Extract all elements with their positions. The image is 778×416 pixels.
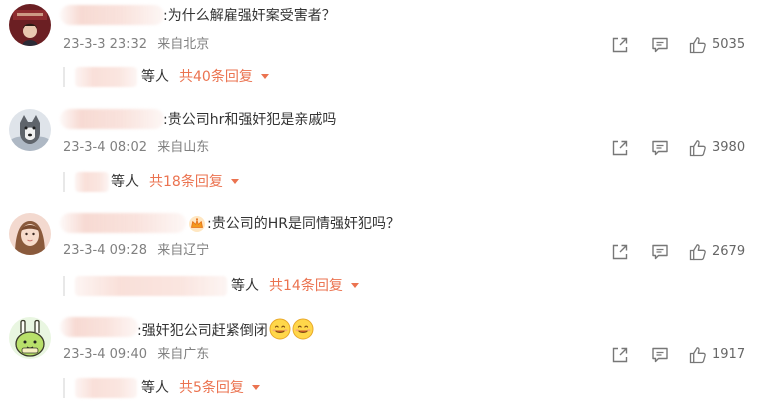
thumbs-up-icon[interactable] (688, 345, 708, 365)
comment-item: :贵公司hr和强奸犯是亲戚吗 23-3-4 08:02 来自山东 3980 等人… (0, 104, 778, 208)
reply-users-suffix: 等人 (111, 174, 139, 190)
reply-users-suffix: 等人 (141, 380, 169, 396)
comment-time: 23-3-4 09:28 (63, 243, 148, 258)
comment-icon[interactable] (650, 345, 670, 365)
share-icon[interactable] (610, 242, 630, 262)
replies-summary[interactable]: 等人 共18条回复 (63, 172, 285, 192)
comment-actions: 1917 (608, 345, 778, 365)
comment-icon[interactable] (650, 242, 670, 262)
username-redacted[interactable] (60, 213, 186, 233)
comment-meta: 23-3-4 09:40 来自广东 (63, 346, 215, 364)
reply-users-redacted (75, 172, 109, 192)
smiley-emoji-icon (269, 318, 291, 340)
comment-text: :强奸犯公司赶紧倒闭 (137, 318, 314, 341)
share-icon[interactable] (610, 138, 630, 158)
smiley-emoji-icon (292, 318, 314, 340)
caret-down-icon[interactable] (350, 283, 359, 288)
replies-summary[interactable]: 等人 共14条回复 (63, 276, 385, 296)
comment-location: 来自山东 (157, 140, 210, 155)
avatar[interactable] (9, 109, 51, 151)
comment-meta: 23-3-3 23:32 来自北京 (63, 36, 215, 54)
username-redacted[interactable] (60, 109, 164, 129)
reply-count-link[interactable]: 共5条回复 (179, 380, 244, 396)
avatar[interactable] (9, 4, 51, 46)
comment-time: 23-3-4 09:40 (63, 347, 148, 362)
reply-users-suffix: 等人 (141, 69, 169, 85)
share-icon[interactable] (610, 35, 630, 55)
thumbs-up-icon[interactable] (688, 242, 708, 262)
reply-users-redacted (75, 276, 227, 296)
reply-count-link[interactable]: 共18条回复 (149, 174, 223, 190)
share-icon[interactable] (610, 345, 630, 365)
caret-down-icon[interactable] (251, 385, 260, 390)
replies-summary[interactable]: 等人 共40条回复 (63, 67, 305, 87)
username-redacted[interactable] (60, 317, 138, 337)
avatar[interactable] (9, 213, 51, 255)
comment-text: :贵公司的HR是同情强奸犯吗？ (207, 216, 400, 232)
comment-meta: 23-3-4 09:28 来自辽宁 (63, 242, 215, 260)
comment-item: :强奸犯公司赶紧倒闭 23-3-4 09:40 来自广东 1917 等人 共5条回… (0, 312, 778, 416)
comment-location: 来自辽宁 (157, 243, 210, 258)
comment-text: :为什么解雇强奸案受害者？ (163, 8, 336, 24)
comment-icon[interactable] (650, 138, 670, 158)
like-count[interactable]: 2679 (712, 243, 745, 261)
comment-actions: 5035 (608, 35, 778, 55)
like-count[interactable]: 1917 (712, 346, 745, 364)
thumbs-up-icon[interactable] (688, 138, 708, 158)
avatar[interactable] (9, 317, 51, 359)
comment-actions: 2679 (608, 242, 778, 262)
reply-count-link[interactable]: 共14条回复 (269, 278, 343, 294)
comment-time: 23-3-3 23:32 (63, 37, 148, 52)
comment-meta: 23-3-4 08:02 来自山东 (63, 139, 215, 157)
reply-count-link[interactable]: 共40条回复 (179, 69, 253, 85)
comment-item: :为什么解雇强奸案受害者？ 23-3-3 23:32 来自北京 5035 等人共… (0, 0, 778, 104)
reply-users-redacted (75, 67, 137, 87)
comment-location: 来自北京 (157, 37, 210, 52)
thumbs-up-icon[interactable] (688, 35, 708, 55)
caret-down-icon[interactable] (260, 74, 269, 79)
comment-icon[interactable] (650, 35, 670, 55)
comment-text: :贵公司hr和强奸犯是亲戚吗 (163, 112, 337, 128)
like-count[interactable]: 3980 (712, 139, 745, 157)
crown-badge-icon[interactable] (188, 215, 206, 233)
comment-item: :贵公司的HR是同情强奸犯吗？ 23-3-4 09:28 来自辽宁 2679 等… (0, 208, 778, 312)
like-count[interactable]: 5035 (712, 36, 745, 54)
comment-actions: 3980 (608, 138, 778, 158)
comment-text-body: :强奸犯公司赶紧倒闭 (137, 323, 268, 339)
reply-users-redacted (75, 378, 137, 398)
replies-summary[interactable]: 等人 共5条回复 (63, 378, 285, 398)
username-redacted[interactable] (60, 5, 164, 25)
reply-users-suffix: 等人 (231, 278, 259, 294)
comment-location: 来自广东 (157, 347, 210, 362)
caret-down-icon[interactable] (230, 179, 239, 184)
comment-time: 23-3-4 08:02 (63, 140, 148, 155)
